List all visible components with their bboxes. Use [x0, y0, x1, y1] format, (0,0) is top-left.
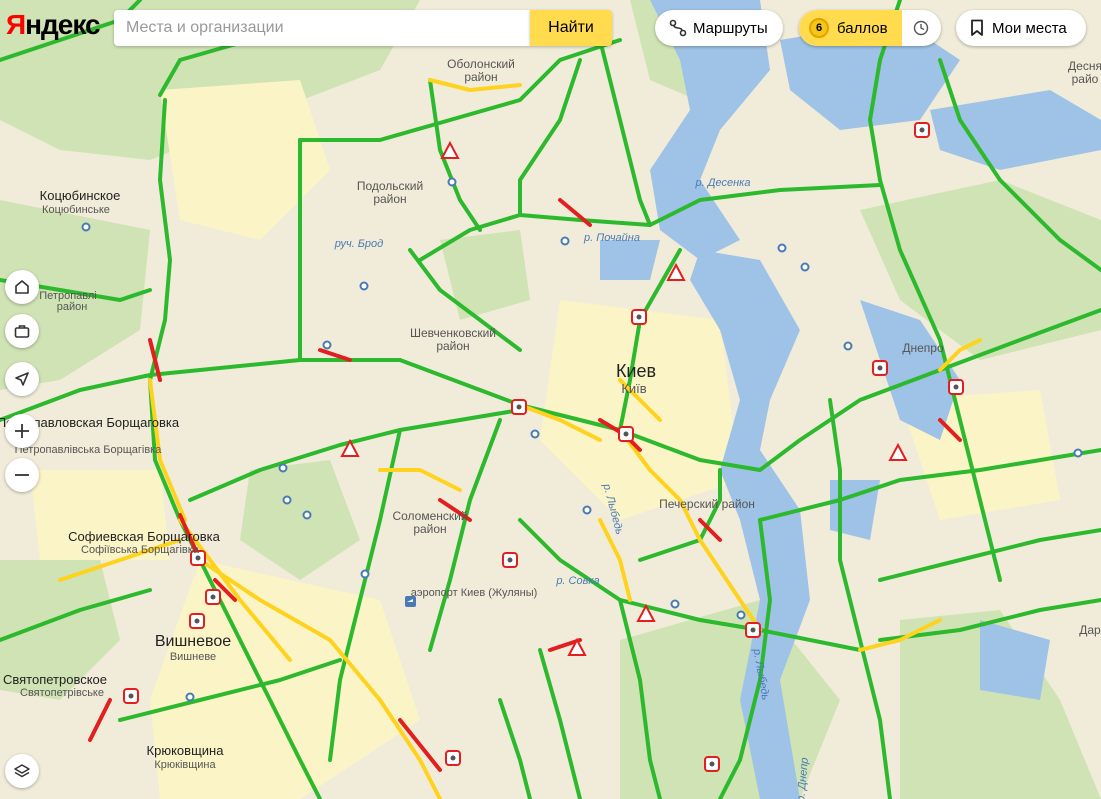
bookmark-icon: [971, 19, 983, 36]
accident-icon[interactable]: [948, 379, 964, 395]
label-pechersk: Печерский район: [659, 497, 755, 511]
layers-button[interactable]: [5, 754, 39, 788]
accident-icon[interactable]: [745, 622, 761, 638]
label-town-sofborsch: Софиевская Борщаговка: [68, 529, 220, 544]
accident-icon[interactable]: [914, 122, 930, 138]
search-box: [114, 10, 530, 46]
label-town-svyatopetr: Святопетровское: [3, 672, 107, 687]
label-solomyansky-1: Соломенский: [392, 509, 467, 523]
label-town-kotsubinske: Коцюбинское: [40, 188, 121, 203]
label-shevchenko-2: район: [436, 339, 469, 353]
accident-icon[interactable]: [872, 360, 888, 376]
points-label: баллов: [837, 19, 888, 37]
airport-icon: [405, 596, 416, 607]
label-town-kryukovshchina-ua: Крюківщина: [154, 759, 216, 771]
label-obolon-2: район: [464, 70, 497, 84]
home-icon: [15, 280, 29, 294]
label-water-pochaina: р. Почайна: [583, 232, 640, 244]
label-west-edge-2: район: [57, 301, 88, 313]
label-town-vyshneve: Вишневое: [155, 633, 231, 650]
zoom-out-button[interactable]: [5, 458, 39, 492]
accident-icon[interactable]: [618, 426, 634, 442]
accident-icon[interactable]: [704, 756, 720, 772]
locate-icon: [15, 372, 29, 386]
locate-button[interactable]: [5, 362, 39, 396]
label-town-borschagivka-ua: Петропавлівська Борщагівка: [15, 444, 163, 456]
search-button[interactable]: Найти: [530, 10, 612, 46]
briefcase-icon: [14, 325, 30, 338]
traffic-map[interactable]: Оболонский район Подольский район Шевченко…: [0, 0, 1101, 799]
label-city-main: Киев: [616, 361, 656, 381]
label-water-brod: руч. Брод: [334, 238, 384, 250]
minus-icon: [15, 474, 29, 476]
label-water-desenka: р. Десенка: [695, 177, 751, 189]
route-icon: [669, 19, 687, 37]
accident-icon[interactable]: [631, 309, 647, 325]
history-button[interactable]: [902, 10, 941, 46]
accident-icon[interactable]: [123, 688, 139, 704]
label-town-sofborsch-ua: Софіївська Борщагівка: [81, 544, 200, 556]
accident-icon[interactable]: [511, 399, 527, 415]
my-places-label: Мои места: [992, 19, 1067, 37]
work-button[interactable]: [5, 314, 39, 348]
label-obolon-1: Оболонский: [447, 57, 515, 71]
my-places-button[interactable]: Мои места: [956, 10, 1086, 46]
routes-button[interactable]: Маршруты: [655, 10, 783, 46]
label-podil-2: район: [373, 192, 406, 206]
label-shevchenko-1: Шевченковский: [410, 326, 496, 340]
accident-icon[interactable]: [205, 589, 221, 605]
clock-icon: [914, 20, 929, 36]
label-city-main-ua: Київ: [621, 381, 646, 396]
label-airport: аэропорт Киев (Жуляны): [411, 587, 538, 599]
label-town-vyshneve-ua: Вишневе: [170, 651, 216, 663]
label-desna-1: Десня: [1068, 59, 1101, 73]
routes-label: Маршруты: [693, 19, 768, 37]
home-button[interactable]: [5, 270, 39, 304]
label-podil-1: Подольский: [357, 179, 423, 193]
svg-text:Деснярайо: Десня райо: [1068, 59, 1101, 86]
label-dnipro: Днепро: [902, 341, 944, 355]
label-solomyansky-2: район: [413, 522, 446, 536]
points-balance[interactable]: 6 баллов: [799, 10, 902, 46]
plus-icon: [15, 424, 29, 438]
accident-icon[interactable]: [189, 613, 205, 629]
label-town-kotsubinske-ua: Коцюбинське: [42, 204, 110, 216]
label-water-sovka: р. Совка: [555, 575, 599, 587]
points-widget[interactable]: 6 баллов: [799, 10, 941, 46]
layers-icon: [14, 764, 30, 778]
search-input[interactable]: [114, 10, 530, 46]
label-town-kryukovshchina: Крюковщина: [147, 743, 225, 758]
zoom-in-button[interactable]: [5, 414, 39, 448]
label-desna-2: райо: [1072, 72, 1099, 86]
label-town-svyatopetr-ua: Святопетрівське: [20, 687, 104, 699]
coin-icon: 6: [809, 18, 829, 38]
accident-icon[interactable]: [445, 750, 461, 766]
yandex-logo[interactable]: Яндекс: [6, 9, 101, 41]
accident-icon[interactable]: [502, 552, 518, 568]
label-dar: Дар: [1079, 623, 1101, 637]
